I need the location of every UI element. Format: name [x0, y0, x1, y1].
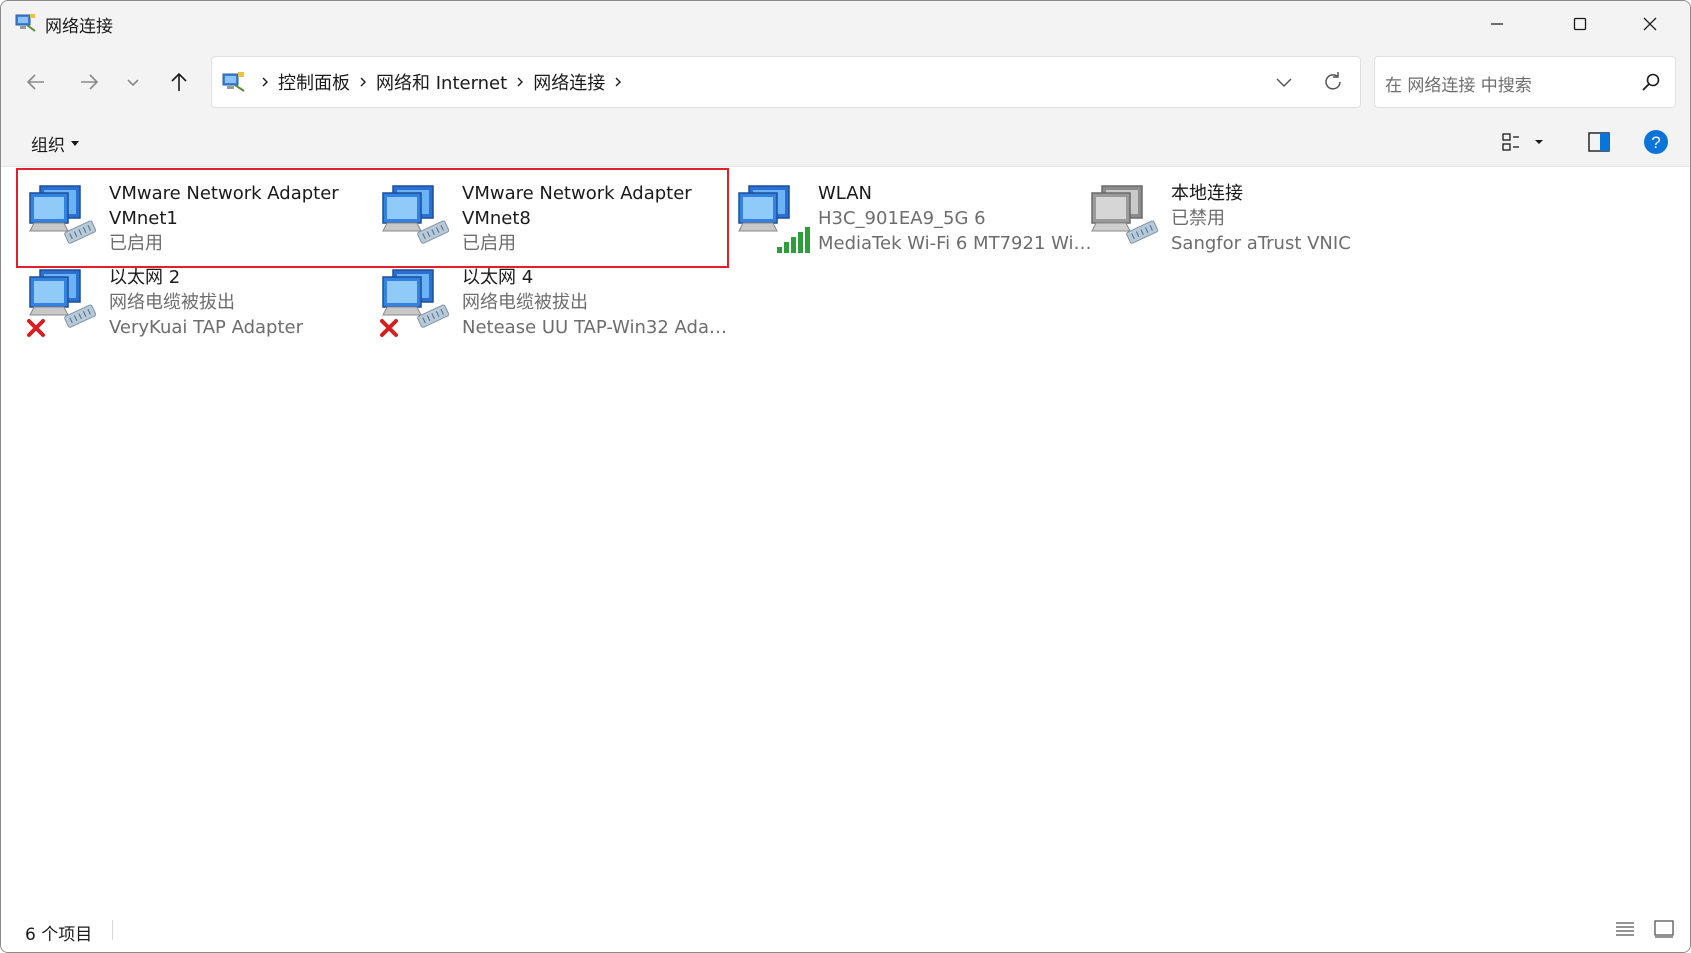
chevron-right-icon[interactable]	[252, 76, 278, 88]
chevron-right-icon[interactable]	[350, 76, 376, 88]
item-device: Sangfor aTrust VNIC	[1171, 233, 1351, 254]
preview-pane-button[interactable]	[1584, 129, 1614, 155]
arrow-up-icon	[171, 72, 187, 91]
ethernet-adapter-icon	[29, 185, 97, 244]
item-status: H3C_901EA9_5G 6	[818, 208, 986, 229]
chevron-right-icon[interactable]	[605, 76, 631, 88]
ethernet-adapter-icon	[382, 185, 450, 244]
refresh-button[interactable]	[1320, 69, 1346, 95]
network-connections-icon	[15, 14, 36, 32]
minimize-icon	[1491, 22, 1503, 25]
list-item[interactable]: VMware Network Adapter VMnet8 已启用	[369, 177, 739, 265]
item-name-line2: VMnet8	[462, 208, 531, 229]
change-view-button[interactable]	[1499, 129, 1549, 155]
list-item[interactable]: 以太网 2 网络电缆被拔出 VeryKuai TAP Adapter	[16, 261, 386, 349]
item-status: 网络电缆被拔出	[462, 292, 588, 313]
list-item[interactable]: WLAN H3C_901EA9_5G 6 MediaTek Wi-Fi 6 MT…	[725, 177, 1095, 265]
item-count: 6 个项目	[25, 925, 93, 945]
chevron-right-icon[interactable]	[507, 76, 533, 88]
item-name: VMware Network Adapter	[109, 183, 339, 204]
item-name-line2: VMnet1	[109, 208, 178, 229]
network-connections-icon	[222, 72, 245, 92]
details-view-button[interactable]	[1613, 918, 1637, 940]
large-icons-view-button[interactable]	[1652, 918, 1676, 940]
breadcrumb-network-connections[interactable]: 网络连接	[533, 69, 605, 95]
unplugged-adapter-icon	[27, 269, 97, 337]
help-icon: ?	[1644, 130, 1668, 154]
close-button[interactable]	[1621, 1, 1679, 46]
item-status: 已启用	[109, 233, 163, 254]
search-placeholder: 在 网络连接 中搜索	[1385, 76, 1532, 96]
item-name: 以太网 2	[109, 267, 181, 288]
navigation-bar: 控制面板 网络和 Internet 网络连接 在 网络连接 中搜索	[1, 46, 1690, 118]
item-name: 以太网 4	[462, 267, 534, 288]
title-bar: 网络连接	[1, 1, 1690, 46]
preview-pane-icon	[1588, 132, 1610, 152]
maximize-button[interactable]	[1551, 1, 1609, 46]
unplugged-adapter-icon	[380, 269, 450, 337]
window-title: 网络连接	[45, 17, 113, 37]
list-item[interactable]: 以太网 4 网络电缆被拔出 Netease UU TAP-Win32 Adapt…	[369, 261, 739, 349]
command-bar: 组织 ?	[1, 118, 1690, 167]
disabled-adapter-icon	[1091, 185, 1159, 244]
recent-locations-button[interactable]	[119, 68, 147, 96]
wifi-adapter-icon	[738, 185, 810, 253]
minimize-button[interactable]	[1468, 1, 1526, 46]
item-status: 已禁用	[1171, 208, 1225, 229]
arrow-left-icon	[26, 74, 44, 90]
item-name: WLAN	[818, 183, 873, 204]
help-button[interactable]: ?	[1641, 129, 1671, 155]
svg-text:?: ?	[1651, 133, 1660, 152]
window: 网络连接 控制面板 网络和 Internet 网络连接 在 网络连接 中搜索 组…	[0, 0, 1691, 953]
item-device: VeryKuai TAP Adapter	[109, 317, 304, 338]
breadcrumb-network-internet[interactable]: 网络和 Internet	[376, 69, 507, 95]
file-list: VMware Network Adapter VMnet1 已启用 VMware…	[1, 167, 1690, 904]
organize-label: 组织	[31, 136, 65, 156]
organize-button[interactable]: 组织	[31, 131, 79, 156]
item-device: MediaTek Wi-Fi 6 MT7921 Wir...	[818, 233, 1093, 254]
address-history-button[interactable]	[1272, 71, 1296, 93]
chevron-down-icon	[1276, 78, 1292, 88]
breadcrumb: 控制面板 网络和 Internet 网络连接	[252, 57, 631, 107]
maximize-icon	[1573, 17, 1587, 30]
item-name: VMware Network Adapter	[462, 183, 692, 204]
item-status: 已启用	[462, 233, 516, 254]
list-item[interactable]: VMware Network Adapter VMnet1 已启用	[16, 177, 386, 265]
item-status: 网络电缆被拔出	[109, 292, 235, 313]
list-item[interactable]: 本地连接 已禁用 Sangfor aTrust VNIC	[1078, 177, 1448, 265]
refresh-icon	[1325, 72, 1341, 90]
search-icon	[1642, 73, 1660, 91]
address-bar[interactable]: 控制面板 网络和 Internet 网络连接	[211, 56, 1361, 108]
search-input[interactable]: 在 网络连接 中搜索	[1374, 56, 1676, 108]
forward-button[interactable]	[75, 68, 103, 96]
close-icon	[1643, 17, 1657, 30]
up-button[interactable]	[165, 68, 193, 96]
caret-down-icon	[71, 140, 79, 146]
breadcrumb-control-panel[interactable]: 控制面板	[278, 69, 350, 95]
divider	[112, 920, 113, 940]
item-device: Netease UU TAP-Win32 Adapt...	[462, 317, 737, 338]
item-name: 本地连接	[1171, 183, 1243, 204]
view-options-icon	[1502, 133, 1543, 151]
large-icons-view-icon	[1654, 920, 1674, 938]
status-bar: 6 个项目	[1, 904, 1690, 952]
chevron-down-icon	[127, 79, 139, 87]
details-view-icon	[1616, 922, 1634, 936]
back-button[interactable]	[22, 68, 50, 96]
arrow-right-icon	[81, 74, 99, 90]
